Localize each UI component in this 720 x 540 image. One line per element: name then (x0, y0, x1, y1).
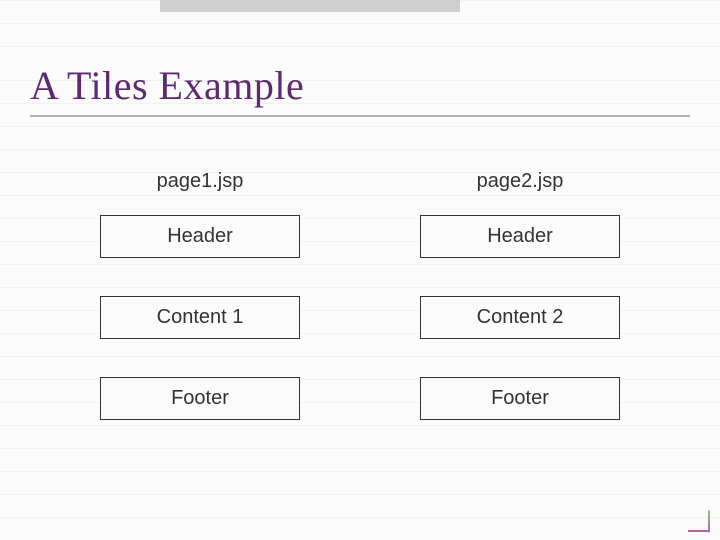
slide-content: A Tiles Example (0, 0, 720, 117)
title-underline (30, 115, 690, 117)
tile-header-left: Header (100, 215, 300, 258)
tile-footer-right: Footer (420, 377, 620, 420)
page-column-left: page1.jsp Header Content 1 Footer (100, 170, 300, 420)
tile-footer-left: Footer (100, 377, 300, 420)
page-label-left: page1.jsp (157, 170, 244, 193)
tile-header-right: Header (420, 215, 620, 258)
corner-accent-icon (688, 510, 710, 532)
page-column-right: page2.jsp Header Content 2 Footer (420, 170, 620, 420)
page-label-right: page2.jsp (477, 170, 564, 193)
tiles-diagram-row: page1.jsp Header Content 1 Footer page2.… (0, 170, 720, 420)
tile-content-right: Content 2 (420, 296, 620, 339)
slide-title: A Tiles Example (30, 62, 690, 109)
tile-content-left: Content 1 (100, 296, 300, 339)
